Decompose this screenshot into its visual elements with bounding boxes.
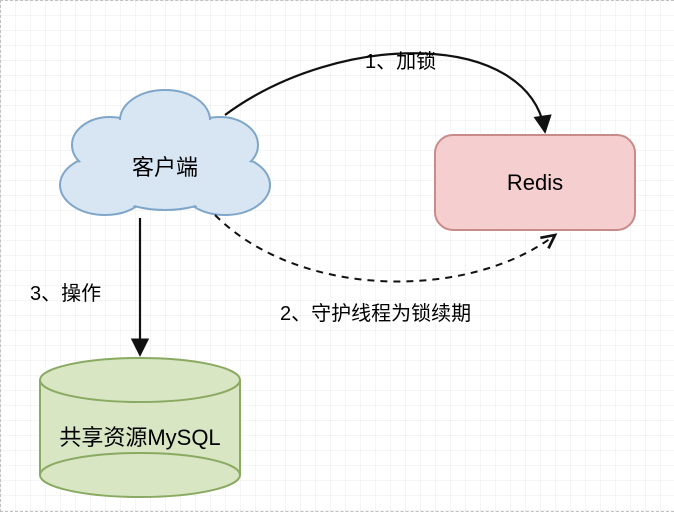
diagram-canvas: 客户端 Redis 共享资源MySQL 1、加锁 2、守护线程为锁续期 3、操作 [0, 0, 674, 512]
redis-node: Redis [435, 135, 635, 230]
mysql-label: 共享资源MySQL [59, 425, 220, 450]
client-node: 客户端 [60, 90, 270, 215]
edge-lock: 1、加锁 [225, 50, 545, 132]
client-label: 客户端 [132, 155, 198, 180]
edge-renew: 2、守护线程为锁续期 [215, 215, 555, 325]
mysql-node: 共享资源MySQL [40, 358, 240, 497]
edge-operate: 3、操作 [30, 218, 140, 355]
edge-renew-label: 2、守护线程为锁续期 [280, 302, 471, 325]
redis-label: Redis [507, 170, 563, 195]
edge-lock-label: 1、加锁 [365, 50, 436, 73]
edge-operate-label: 3、操作 [30, 282, 101, 305]
